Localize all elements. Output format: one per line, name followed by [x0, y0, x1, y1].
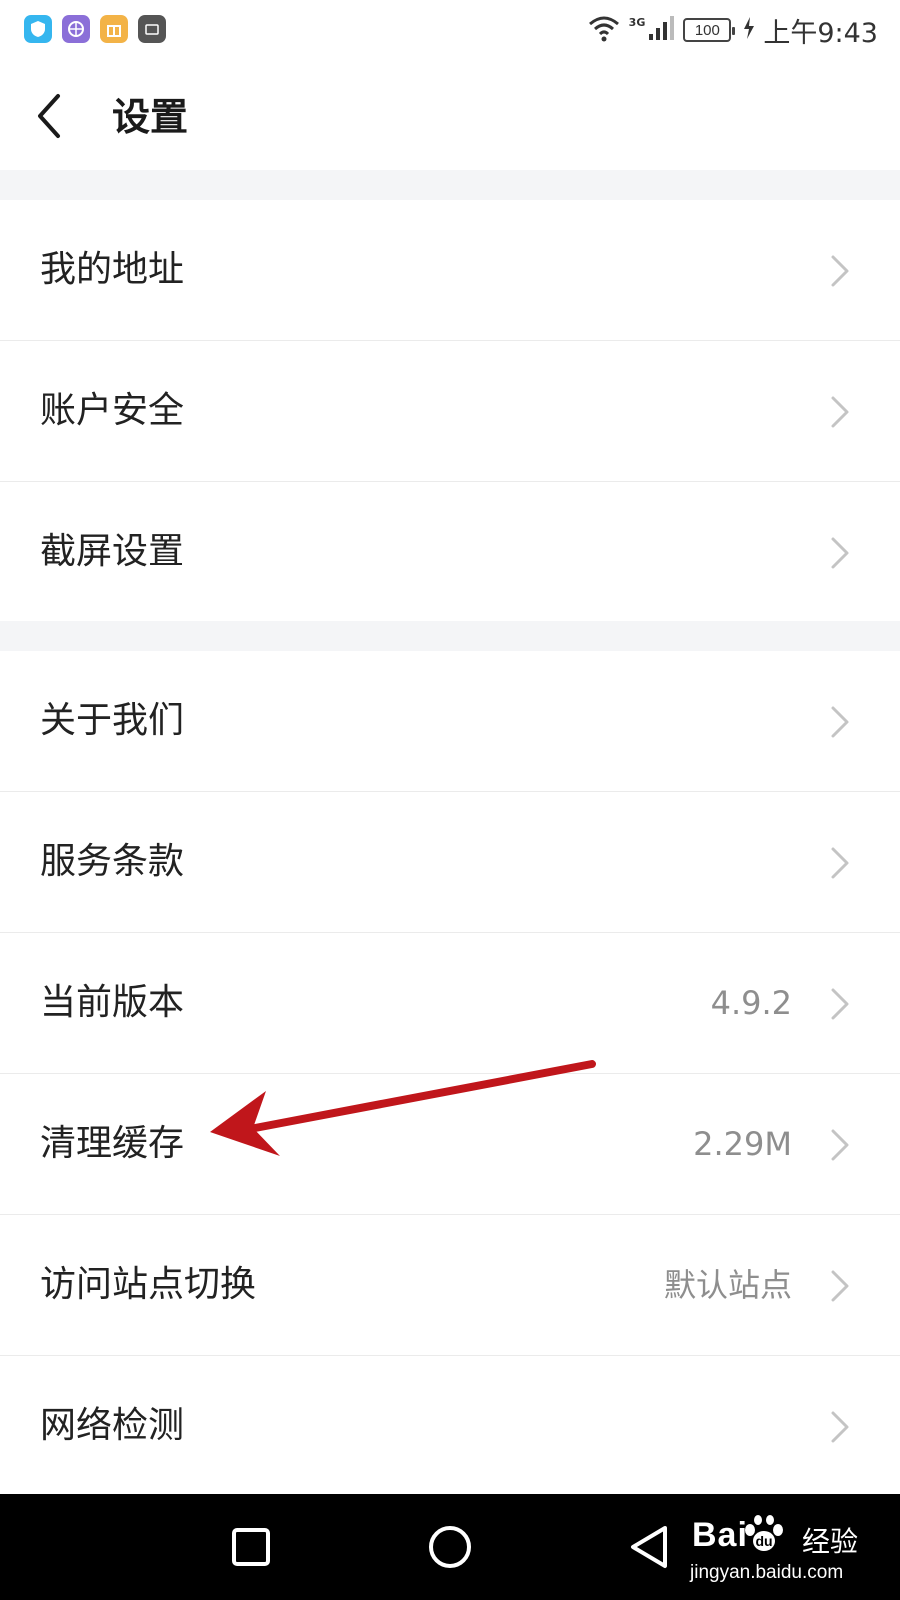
- row-label: 网络检测: [40, 1405, 185, 1446]
- row-label: 账户安全: [40, 390, 185, 431]
- app-header: 设置: [0, 64, 900, 170]
- chevron-right-icon: [828, 1267, 852, 1305]
- home-icon[interactable]: [425, 1522, 475, 1572]
- row-label: 当前版本: [40, 982, 185, 1023]
- recent-apps-icon[interactable]: [226, 1522, 276, 1572]
- back-arrow-icon[interactable]: [30, 88, 70, 144]
- chevron-right-icon: [828, 393, 852, 431]
- cache-size-value: 2.29M: [693, 1125, 792, 1163]
- battery-icon: 100: [683, 18, 736, 42]
- settings-group-account: 我的地址 账户安全 截屏设置: [0, 200, 900, 623]
- system-nav-bar: Bai du 经验 jingyan.baidu.com: [0, 1494, 900, 1600]
- charging-icon: [743, 17, 755, 43]
- settings-row-terms-of-service[interactable]: 服务条款: [0, 792, 900, 933]
- gift-app-icon: [100, 15, 128, 43]
- baidu-jingyan-watermark: Bai du 经验 jingyan.baidu.com: [680, 1508, 880, 1588]
- huawei-app-icon: [138, 15, 166, 43]
- settings-row-my-address[interactable]: 我的地址: [0, 200, 900, 341]
- row-label: 关于我们: [40, 700, 185, 741]
- back-triangle-icon[interactable]: [625, 1522, 675, 1572]
- chevron-right-icon: [828, 534, 852, 572]
- row-label: 访问站点切换: [40, 1264, 257, 1305]
- watermark-url: jingyan.baidu.com: [690, 1562, 844, 1583]
- signal-icon: [647, 14, 675, 46]
- watermark-jingyan-text: 经验: [802, 1525, 859, 1558]
- chevron-right-icon: [828, 844, 852, 882]
- wifi-icon: [587, 14, 621, 46]
- status-bar: 3G 100 上午9:43: [0, 0, 900, 64]
- chevron-right-icon: [828, 703, 852, 741]
- browser-app-icon: [62, 15, 90, 43]
- settings-row-site-switch[interactable]: 访问站点切换 默认站点: [0, 1215, 900, 1356]
- chevron-right-icon: [828, 1126, 852, 1164]
- settings-row-account-security[interactable]: 账户安全: [0, 341, 900, 482]
- settings-row-screenshot-settings[interactable]: 截屏设置: [0, 482, 900, 623]
- site-value: 默认站点: [663, 1266, 792, 1304]
- chevron-right-icon: [828, 1408, 852, 1446]
- section-divider: [0, 170, 900, 200]
- watermark-logo-text: Bai: [692, 1516, 748, 1554]
- settings-row-current-version[interactable]: 当前版本 4.9.2: [0, 933, 900, 1074]
- clock: 上午9:43: [763, 17, 878, 49]
- settings-row-clear-cache[interactable]: 清理缓存 2.29M: [0, 1074, 900, 1215]
- notification-icons: [24, 15, 166, 43]
- network-type: 3G: [628, 15, 646, 29]
- version-value: 4.9.2: [710, 984, 792, 1022]
- row-label: 截屏设置: [40, 531, 185, 572]
- status-indicators: 3G 100 上午9:43: [587, 12, 878, 49]
- row-label: 我的地址: [40, 249, 185, 290]
- svg-text:du: du: [755, 1533, 772, 1549]
- chevron-right-icon: [828, 252, 852, 290]
- chevron-right-icon: [828, 985, 852, 1023]
- settings-row-network-check[interactable]: 网络检测: [0, 1356, 900, 1497]
- page-title: 设置: [112, 95, 189, 139]
- settings-group-app: 关于我们 服务条款 当前版本 4.9.2 清理缓存 2.29M 访问站点切换 默…: [0, 651, 900, 1497]
- row-label: 清理缓存: [40, 1123, 185, 1164]
- baidu-paw-icon: du: [742, 1514, 786, 1554]
- shield-app-icon: [24, 15, 52, 43]
- section-divider: [0, 621, 900, 651]
- settings-row-about-us[interactable]: 关于我们: [0, 651, 900, 792]
- row-label: 服务条款: [40, 841, 185, 882]
